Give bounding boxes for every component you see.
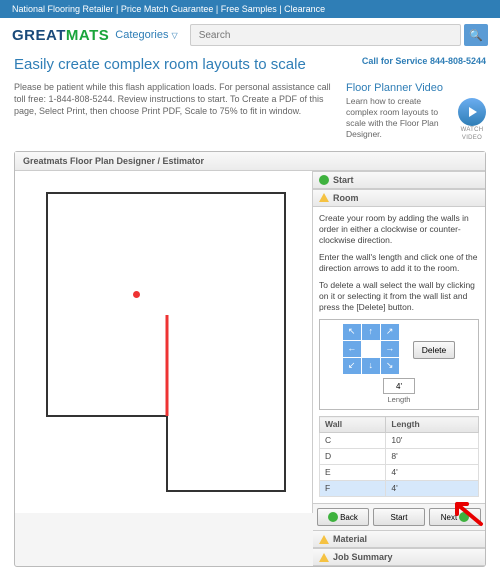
search-button[interactable]: 🔍: [464, 24, 488, 46]
length-input[interactable]: [383, 378, 415, 394]
section-room[interactable]: Room: [313, 189, 485, 207]
play-video-button[interactable]: [458, 98, 486, 126]
help-text-1: Create your room by adding the walls in …: [319, 213, 479, 246]
table-row[interactable]: C10': [320, 433, 479, 449]
length-label: Length: [383, 395, 415, 405]
direction-control: ↖ ↑ ↗ ← → ↙ ↓ ↘ Delete: [319, 319, 479, 410]
room-panel-body: Create your room by adding the walls in …: [313, 207, 485, 503]
arrow-nw-icon[interactable]: ↖: [343, 324, 361, 340]
next-button[interactable]: Next: [429, 508, 481, 526]
arrow-se-icon[interactable]: ↘: [381, 358, 399, 374]
arrow-sw-icon[interactable]: ↙: [343, 358, 361, 374]
section-material[interactable]: Material: [313, 530, 485, 548]
arrow-ne-icon[interactable]: ↗: [381, 324, 399, 340]
logo[interactable]: GREATMATS: [12, 27, 109, 44]
arrow-n-icon[interactable]: ↑: [362, 324, 380, 340]
table-row[interactable]: E4': [320, 465, 479, 481]
help-text-3: To delete a wall select the wall by clic…: [319, 280, 479, 313]
room-outline: [45, 191, 295, 511]
col-wall: Wall: [320, 417, 386, 433]
search-input[interactable]: [190, 24, 461, 46]
arrow-e-icon[interactable]: →: [381, 341, 399, 357]
instructions-text: Please be patient while this flash appli…: [14, 81, 332, 143]
call-for-service: Call for Service 844-808-5244: [362, 56, 486, 73]
search-icon: 🔍: [469, 30, 483, 42]
warning-icon: [319, 193, 329, 202]
wall-endpoint-marker[interactable]: [133, 291, 140, 298]
top-promo-bar: National Flooring Retailer | Price Match…: [0, 0, 500, 18]
wall-table: WallLength C10' D8' E4' F4': [319, 416, 479, 497]
app-title: Greatmats Floor Plan Designer / Estimato…: [15, 152, 485, 171]
help-text-2: Enter the wall's length and click one of…: [319, 252, 479, 274]
table-row[interactable]: F4': [320, 481, 479, 497]
back-button[interactable]: Back: [317, 508, 369, 526]
nav-buttons: Back Start Next: [313, 503, 485, 530]
side-panel: Start Room Create your room by adding th…: [313, 171, 485, 566]
table-row[interactable]: D8': [320, 449, 479, 465]
warning-icon: [319, 535, 329, 544]
section-start[interactable]: Start: [313, 171, 485, 189]
warning-icon: [319, 553, 329, 562]
watch-video-label: WATCH VIDEO: [458, 127, 486, 143]
header: GREATMATS Categories ▽ 🔍: [0, 18, 500, 52]
back-icon: [328, 512, 338, 522]
drawing-canvas[interactable]: [15, 171, 313, 513]
video-desc: Learn how to create complex room layouts…: [346, 96, 450, 143]
floor-planner-app: Greatmats Floor Plan Designer / Estimato…: [14, 151, 486, 567]
video-title: Floor Planner Video: [346, 81, 486, 95]
delete-button[interactable]: Delete: [413, 341, 456, 359]
arrow-s-icon[interactable]: ↓: [362, 358, 380, 374]
check-icon: [319, 175, 329, 185]
next-icon: [459, 512, 469, 522]
col-length: Length: [386, 417, 479, 433]
page-title: Easily create complex room layouts to sc…: [14, 56, 306, 73]
chevron-down-icon: ▽: [172, 31, 178, 40]
start-button[interactable]: Start: [373, 508, 425, 526]
arrow-w-icon[interactable]: ←: [343, 341, 361, 357]
section-job-summary[interactable]: Job Summary: [313, 548, 485, 566]
categories-menu[interactable]: Categories ▽: [115, 29, 177, 41]
